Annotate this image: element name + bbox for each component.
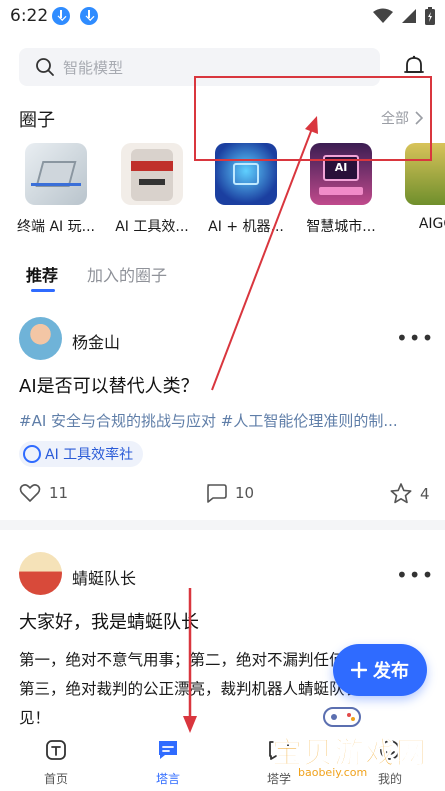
circle-chip[interactable]: AI 工具效率社 [19, 441, 144, 467]
tab-joined-circles[interactable]: 加入的圈子 [87, 262, 167, 286]
circle-chip-label: AI 工具效率社 [45, 447, 134, 463]
download-icon [80, 7, 98, 25]
refresh-icon [23, 445, 41, 463]
nav-label: 首页 [43, 772, 68, 786]
avatar[interactable] [19, 317, 62, 360]
nav-label: 塔言 [155, 772, 180, 786]
post-title[interactable]: AI是否可以替代人类？ [19, 372, 199, 398]
star-icon [390, 483, 412, 504]
wifi-icon [373, 8, 393, 23]
avatar[interactable] [19, 552, 62, 595]
heart-icon [19, 484, 41, 502]
search-icon [36, 58, 54, 76]
circle-label: AIGC [418, 216, 445, 232]
post-author[interactable]: 杨金山 [72, 329, 120, 353]
comment-icon [207, 484, 227, 503]
nav-tayan[interactable]: 塔言 [138, 738, 198, 787]
comment-button[interactable]: 10 [205, 483, 254, 503]
circle-label: AI + 机器... [208, 219, 284, 235]
download-icon [52, 7, 70, 25]
post-hashtags[interactable]: #AI 安全与合规的挑战与应对 #人工智能伦理准则的制... [19, 410, 429, 431]
favorite-button[interactable]: 4 [390, 483, 430, 504]
circle-label: 终端 AI 玩... [17, 219, 95, 235]
watermark: 宝贝游戏网 baobeiy.com [258, 700, 428, 780]
post-divider [0, 520, 445, 530]
tab-indicator [31, 289, 55, 292]
circle-label: 智慧城市... [306, 219, 376, 235]
publish-label: 发布 [373, 661, 409, 682]
circle-thumbnail-robot [121, 143, 183, 205]
annotation-highlight-box [194, 76, 432, 161]
tab-recommended[interactable]: 推荐 [26, 262, 58, 286]
feed-tabs: 推荐 加入的圈子 [0, 258, 445, 294]
gamepad-icon [323, 707, 361, 727]
post-title[interactable]: 大家好，我是蜻蜓队长 [19, 608, 199, 634]
like-count: 11 [49, 484, 69, 502]
chat-icon [159, 741, 177, 759]
publish-button[interactable]: 发布 [333, 644, 427, 696]
plus-icon [351, 662, 367, 678]
watermark-url: baobeiy.com [298, 766, 368, 779]
search-placeholder: 智能模型 [63, 59, 124, 77]
signal-icon [402, 9, 416, 23]
post-author[interactable]: 蜻蜓队长 [72, 565, 136, 589]
like-button[interactable]: 11 [19, 483, 68, 503]
bell-icon[interactable] [402, 54, 426, 78]
circle-item[interactable]: 终端 AI 玩... [11, 143, 101, 236]
status-bar: 6:22 [0, 0, 445, 34]
battery-icon [425, 7, 435, 25]
circle-label: AI 工具效... [115, 219, 189, 235]
nav-home[interactable]: 首页 [26, 738, 86, 787]
comment-count: 10 [235, 484, 255, 502]
section-title-circles: 圈子 [19, 110, 55, 131]
star-count: 4 [420, 484, 430, 503]
more-options-icon[interactable]: ••• [396, 563, 434, 587]
circle-thumbnail-chip [25, 143, 87, 205]
more-options-icon[interactable]: ••• [396, 326, 434, 350]
home-icon [46, 740, 66, 760]
circle-item[interactable]: AI 工具效... [107, 143, 197, 236]
status-time: 6:22 [10, 6, 49, 26]
